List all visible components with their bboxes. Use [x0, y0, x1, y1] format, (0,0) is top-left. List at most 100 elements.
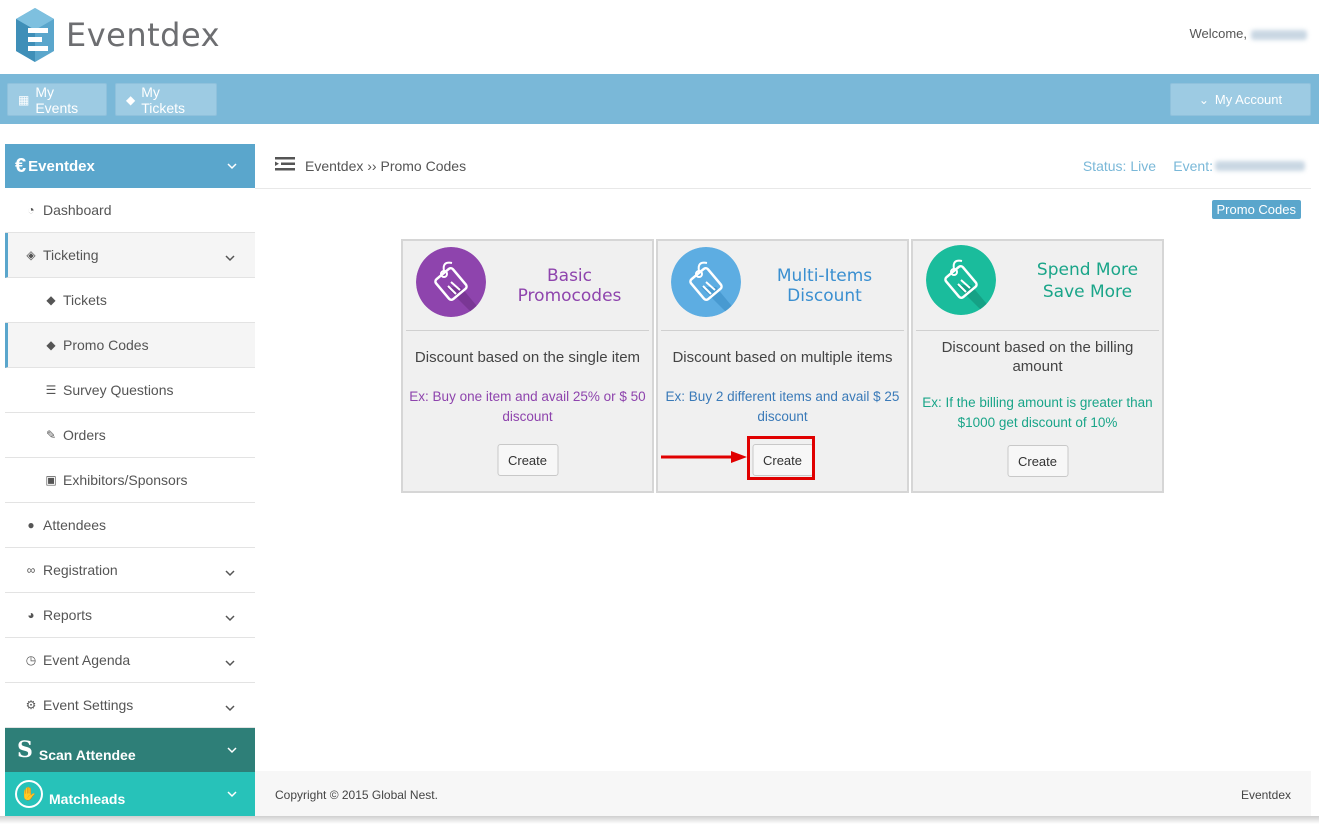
sidebar-scan-attendee[interactable]: S Scan Attendee — [5, 728, 255, 772]
ticket-icon: ◆ — [126, 92, 136, 107]
eventdex-logo[interactable]: Eventdex — [14, 6, 220, 64]
my-account-button[interactable]: ⌄ My Account — [1170, 83, 1311, 116]
sidebar-item-label: Attendees — [43, 517, 107, 533]
chevron-down-icon — [227, 741, 237, 757]
card-example: Ex: If the billing amount is greater tha… — [922, 395, 1153, 430]
sidebar-item-event-settings[interactable]: ⚙ Event Settings — [5, 683, 255, 728]
promo-codes-badge: Promo Codes — [1211, 200, 1301, 219]
footer-brand: Eventdex — [1240, 788, 1291, 802]
tag-icon — [671, 247, 741, 317]
sidebar-item-ticketing[interactable]: ◈ Ticketing — [5, 233, 255, 278]
tags-icon: ◆ — [46, 338, 56, 352]
sidebar-item-reports[interactable]: ◕ Reports — [5, 593, 255, 638]
cube-icon: ▣ — [45, 473, 57, 487]
sidebar-item-event-agenda[interactable]: ◷ Event Agenda — [5, 638, 255, 683]
sidebar-item-survey-questions[interactable]: ☰ Survey Questions — [5, 368, 255, 413]
card-header: Multi-Items Discount — [661, 241, 904, 331]
calendar-icon: ▦ — [18, 92, 30, 107]
card-title: Spend More Save More — [1036, 260, 1139, 302]
scan-attendee-label: Scan Attendee — [38, 747, 136, 763]
sidebar-brand[interactable]: € Eventdex — [5, 144, 255, 188]
tag-icon — [926, 245, 996, 315]
sidebar-item-promo-codes[interactable]: ◆ Promo Codes — [5, 323, 255, 368]
bottom-shadow — [0, 816, 1319, 824]
highlight-box — [747, 436, 815, 480]
sidebar-item-exhibitors-sponsors[interactable]: ▣ Exhibitors/Sponsors — [5, 458, 255, 503]
sidebar-item-label: Reports — [43, 607, 93, 623]
copyright-text: Copyright © 2015 Global Nest. — [275, 788, 438, 802]
card-description: Discount based on the single item — [414, 349, 641, 366]
tags-icon: ◆ — [46, 293, 56, 307]
sidebar-item-registration[interactable]: ∞ Registration — [5, 548, 255, 593]
dashboard-icon: ◔ — [27, 203, 35, 217]
event-name-blurred — [1215, 161, 1305, 171]
gear-icon: ⚙ — [25, 698, 37, 712]
matchleads-label: Matchleads — [49, 791, 126, 807]
my-account-label: My Account — [1214, 92, 1283, 107]
chevron-down-icon — [225, 654, 235, 670]
arrow-annotation-icon — [661, 451, 747, 463]
create-basic-promocode-button[interactable]: Create — [497, 444, 558, 476]
my-events-button[interactable]: ▦ My Events — [7, 83, 107, 116]
ticket-icon: ◈ — [26, 248, 36, 262]
chevron-down-icon — [225, 609, 235, 625]
link-icon: ∞ — [26, 563, 36, 577]
chevron-down-icon — [225, 699, 235, 715]
event-label: Event: — [1173, 158, 1213, 174]
top-header: Eventdex Welcome, — [0, 0, 1319, 74]
pie-chart-icon: ◕ — [27, 608, 35, 622]
sidebar-item-label: Event Settings — [43, 697, 134, 713]
welcome-label: Welcome, — [1189, 26, 1247, 41]
eventdex-logo-icon — [16, 8, 54, 62]
card-example: Ex: Buy one item and avail 25% or $ 50 d… — [409, 389, 646, 424]
my-tickets-label: My Tickets — [141, 83, 186, 116]
create-spend-more-button[interactable]: Create — [1007, 445, 1068, 477]
sidebar-item-label: Registration — [43, 562, 118, 578]
sidebar-item-label: Tickets — [63, 292, 107, 308]
clock-icon: ◷ — [25, 653, 37, 667]
chevron-down-icon — [225, 249, 235, 265]
user-name-blurred — [1251, 29, 1307, 40]
scan-attendee-logo-icon: S — [17, 737, 33, 763]
user-icon: ● — [27, 518, 35, 532]
sidebar-brand-label: Eventdex — [28, 157, 95, 175]
sidebar-item-tickets[interactable]: ◆ Tickets — [5, 278, 255, 323]
chevron-down-icon — [227, 785, 237, 801]
my-tickets-button[interactable]: ◆ My Tickets — [115, 83, 217, 116]
menu-toggle-icon[interactable] — [275, 156, 295, 176]
breadcrumb: Eventdex ›› Promo Codes — [305, 158, 467, 174]
sidebar-item-label: Promo Codes — [63, 337, 149, 353]
card-title: Multi-Items Discount — [776, 266, 873, 306]
card-description: Discount based on multiple items — [672, 349, 893, 366]
card-description: Discount based on the billing amount — [941, 339, 1134, 375]
sidebar-item-attendees[interactable]: ● Attendees — [5, 503, 255, 548]
sidebar-item-dashboard[interactable]: ◔ Dashboard — [5, 188, 255, 233]
sidebar-item-orders[interactable]: ✎ Orders — [5, 413, 255, 458]
sidebar-matchleads[interactable]: ✋ Matchleads — [5, 772, 255, 816]
edit-icon: ✎ — [45, 428, 57, 442]
content-header: Eventdex ›› Promo Codes Status: Live Eve… — [255, 144, 1311, 189]
handshake-icon: ✋ — [15, 780, 43, 808]
list-icon: ☰ — [45, 383, 57, 397]
card-header: Basic Promocodes — [406, 241, 649, 331]
sidebar: € Eventdex ◔ Dashboard ◈ Ticketing ◆ Tic… — [5, 144, 255, 816]
sidebar-item-label: Dashboard — [43, 202, 112, 218]
my-events-label: My Events — [35, 83, 79, 116]
promo-card-spend-more: Spend More Save More Discount based on t… — [911, 239, 1164, 493]
status-label: Status: Live — [1082, 158, 1156, 174]
promo-card-basic: Basic Promocodes Discount based on the s… — [401, 239, 654, 493]
chevron-down-icon — [227, 157, 237, 174]
sidebar-item-label: Survey Questions — [63, 382, 174, 398]
sidebar-item-label: Orders — [63, 427, 106, 443]
card-title: Basic Promocodes — [517, 266, 622, 306]
sidebar-item-label: Event Agenda — [43, 652, 131, 668]
footer: Copyright © 2015 Global Nest. Eventdex — [255, 771, 1311, 818]
chevron-down-icon — [225, 564, 235, 580]
card-header: Spend More Save More — [916, 241, 1159, 331]
logo-text: Eventdex — [66, 16, 221, 54]
sidebar-item-label: Ticketing — [43, 247, 99, 263]
nav-bar: ▦ My Events ◆ My Tickets ⌄ My Account — [0, 74, 1319, 124]
main-content: Eventdex ›› Promo Codes Status: Live Eve… — [255, 144, 1311, 771]
welcome-text: Welcome, — [1189, 26, 1307, 41]
chevron-down-icon: ⌄ — [1198, 92, 1209, 107]
